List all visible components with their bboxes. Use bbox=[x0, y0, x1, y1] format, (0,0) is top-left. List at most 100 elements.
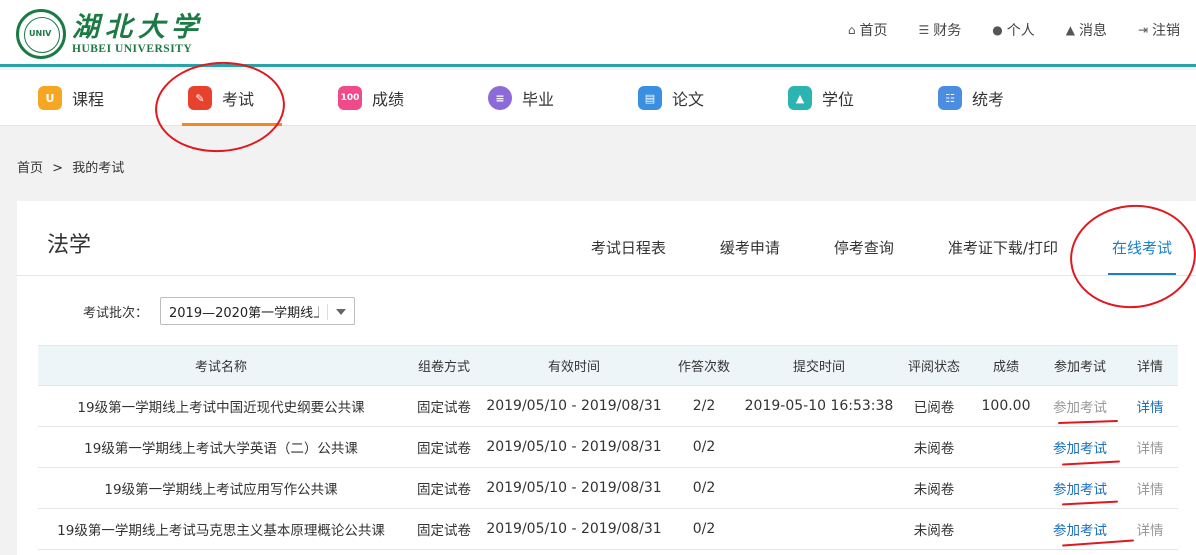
nav-messages[interactable]: ▲ 消息 bbox=[1066, 20, 1107, 40]
exam-status: 已阅卷 bbox=[894, 385, 974, 427]
exam-panel: 法学 考试日程表 缓考申请 停考查询 准考证下载/打印 在线考试 考试批次： 2… bbox=[17, 201, 1196, 555]
col-method: 组卷方式 bbox=[404, 345, 484, 386]
exam-score: 100.00 bbox=[974, 385, 1038, 427]
user-icon: ● bbox=[992, 23, 1003, 37]
exam-submit bbox=[744, 426, 894, 468]
graduation-icon: ≡ bbox=[488, 86, 512, 110]
batch-filter: 考试批次： 2019—2020第一学期线上 bbox=[83, 297, 356, 325]
col-join: 参加考试 bbox=[1038, 345, 1122, 386]
exam-score bbox=[974, 508, 1038, 550]
exam-method: 固定试卷 bbox=[404, 426, 484, 468]
logo-chinese-name: 湖北大学 bbox=[72, 12, 204, 43]
exam-time: 2019/05/10 - 2019/08/31 bbox=[484, 467, 664, 509]
col-detail: 详情 bbox=[1122, 345, 1178, 386]
col-attempts: 作答次数 bbox=[664, 345, 744, 386]
module-thesis-label: 论文 bbox=[672, 90, 705, 109]
nav-finance[interactable]: ☰ 财务 bbox=[918, 20, 961, 40]
university-logo[interactable]: 湖北大学 HUBEI UNIVERSITY bbox=[16, 9, 204, 59]
database-icon: ☰ bbox=[918, 23, 930, 37]
module-degree-label: 学位 bbox=[822, 90, 855, 109]
unified-exam-icon: ☷ bbox=[938, 86, 962, 110]
logout-icon: ⇥ bbox=[1137, 23, 1148, 37]
tab-suspension-query[interactable]: 停考查询 bbox=[834, 237, 894, 275]
tab-admission-ticket[interactable]: 准考证下载/打印 bbox=[948, 237, 1058, 275]
exam-tabs: 考试日程表 缓考申请 停考查询 准考证下载/打印 在线考试 bbox=[537, 237, 1196, 275]
exam-submit bbox=[744, 467, 894, 509]
breadcrumb: 首页 > 我的考试 bbox=[17, 157, 124, 176]
nav-logout[interactable]: ⇥ 注销 bbox=[1138, 20, 1180, 40]
nav-finance-label: 财务 bbox=[933, 23, 962, 39]
col-score: 成绩 bbox=[974, 345, 1038, 386]
select-divider bbox=[327, 304, 329, 320]
top-header: 湖北大学 HUBEI UNIVERSITY ⌂首页 ☰财务 ●个人 ▲消息 ⇥ 注… bbox=[0, 0, 1196, 67]
exam-time: 2019/05/10 - 2019/08/31 bbox=[484, 426, 664, 468]
nav-home[interactable]: ⌂ 首页 bbox=[848, 20, 888, 40]
module-score[interactable]: 100 成绩 bbox=[338, 70, 404, 126]
module-unified-exam-label: 统考 bbox=[972, 90, 1005, 109]
table-row: 19级第一学期线上考试马克思主义基本原理概论公共课 固定试卷 2019/05/1… bbox=[38, 508, 1178, 550]
exam-icon: ✎ bbox=[188, 86, 212, 110]
exam-table: 考试名称 组卷方式 有效时间 作答次数 提交时间 评阅状态 成绩 参加考试 详情… bbox=[38, 345, 1178, 550]
module-course-label: 课程 bbox=[72, 90, 105, 109]
module-graduation[interactable]: ≡ 毕业 bbox=[488, 70, 554, 126]
batch-filter-label: 考试批次： bbox=[83, 305, 149, 321]
logo-english-name: HUBEI UNIVERSITY bbox=[72, 43, 193, 55]
exam-name: 19级第一学期线上考试大学英语（二）公共课 bbox=[38, 426, 404, 468]
exam-count: 0/2 bbox=[664, 467, 744, 509]
nav-logout-label: 注销 bbox=[1152, 23, 1180, 39]
col-submit-time: 提交时间 bbox=[744, 345, 894, 386]
degree-cap-icon: ▲ bbox=[788, 86, 812, 110]
home-icon: ⌂ bbox=[847, 23, 856, 37]
table-row: 19级第一学期线上考试大学英语（二）公共课 固定试卷 2019/05/10 - … bbox=[38, 426, 1178, 468]
module-exam[interactable]: ✎ 考试 bbox=[181, 70, 283, 126]
detail-link: 详情 bbox=[1122, 467, 1178, 509]
breadcrumb-home[interactable]: 首页 bbox=[17, 157, 43, 176]
detail-link: 详情 bbox=[1122, 426, 1178, 468]
module-degree[interactable]: ▲ 学位 bbox=[788, 70, 854, 126]
exam-score bbox=[974, 426, 1038, 468]
thesis-icon: ▤ bbox=[638, 86, 662, 110]
batch-select[interactable]: 2019—2020第一学期线上 bbox=[160, 297, 356, 325]
exam-time: 2019/05/10 - 2019/08/31 bbox=[484, 508, 664, 550]
nav-messages-label: 消息 bbox=[1078, 23, 1107, 39]
exam-count: 0/2 bbox=[664, 508, 744, 550]
exam-status: 未阅卷 bbox=[894, 508, 974, 550]
nav-personal-label: 个人 bbox=[1006, 23, 1035, 39]
score-icon: 100 bbox=[338, 86, 362, 110]
panel-divider bbox=[17, 275, 1196, 276]
exam-status: 未阅卷 bbox=[894, 467, 974, 509]
col-valid-time: 有效时间 bbox=[484, 345, 664, 386]
col-exam-name: 考试名称 bbox=[38, 345, 404, 386]
module-exam-label: 考试 bbox=[222, 90, 255, 109]
detail-link[interactable]: 详情 bbox=[1122, 385, 1178, 427]
col-review-status: 评阅状态 bbox=[894, 345, 974, 386]
module-nav: U 课程 ✎ 考试 100 成绩 ≡ 毕业 ▤ 论文 ▲ 学位 ☷ 统考 bbox=[0, 70, 1196, 126]
table-header-row: 考试名称 组卷方式 有效时间 作答次数 提交时间 评阅状态 成绩 参加考试 详情 bbox=[38, 345, 1178, 386]
module-course[interactable]: U 课程 bbox=[38, 70, 104, 126]
tab-deferral-request[interactable]: 缓考申请 bbox=[720, 237, 780, 275]
table-row: 19级第一学期线上考试中国近现代史纲要公共课 固定试卷 2019/05/10 -… bbox=[38, 385, 1178, 427]
exam-method: 固定试卷 bbox=[404, 385, 484, 427]
exam-method: 固定试卷 bbox=[404, 508, 484, 550]
exam-time: 2019/05/10 - 2019/08/31 bbox=[484, 385, 664, 427]
nav-personal[interactable]: ● 个人 bbox=[992, 20, 1034, 40]
exam-status: 未阅卷 bbox=[894, 426, 974, 468]
exam-count: 0/2 bbox=[664, 426, 744, 468]
exam-submit: 2019-05-10 16:53:38 bbox=[744, 385, 894, 427]
table-row: 19级第一学期线上考试应用写作公共课 固定试卷 2019/05/10 - 201… bbox=[38, 467, 1178, 509]
module-thesis[interactable]: ▤ 论文 bbox=[638, 70, 704, 126]
exam-name: 19级第一学期线上考试应用写作公共课 bbox=[38, 467, 404, 509]
exam-count: 2/2 bbox=[664, 385, 744, 427]
module-graduation-label: 毕业 bbox=[522, 90, 555, 109]
nav-home-label: 首页 bbox=[859, 23, 888, 39]
university-seal-icon bbox=[16, 9, 66, 59]
chevron-down-icon bbox=[336, 309, 347, 315]
bell-icon: ▲ bbox=[1065, 23, 1075, 37]
exam-method: 固定试卷 bbox=[404, 467, 484, 509]
tab-exam-schedule[interactable]: 考试日程表 bbox=[591, 237, 666, 275]
module-unified-exam[interactable]: ☷ 统考 bbox=[938, 70, 1004, 126]
detail-link: 详情 bbox=[1122, 508, 1178, 550]
course-icon: U bbox=[38, 86, 62, 110]
tab-online-exam[interactable]: 在线考试 bbox=[1107, 237, 1177, 275]
page-title: 法学 bbox=[47, 233, 92, 258]
